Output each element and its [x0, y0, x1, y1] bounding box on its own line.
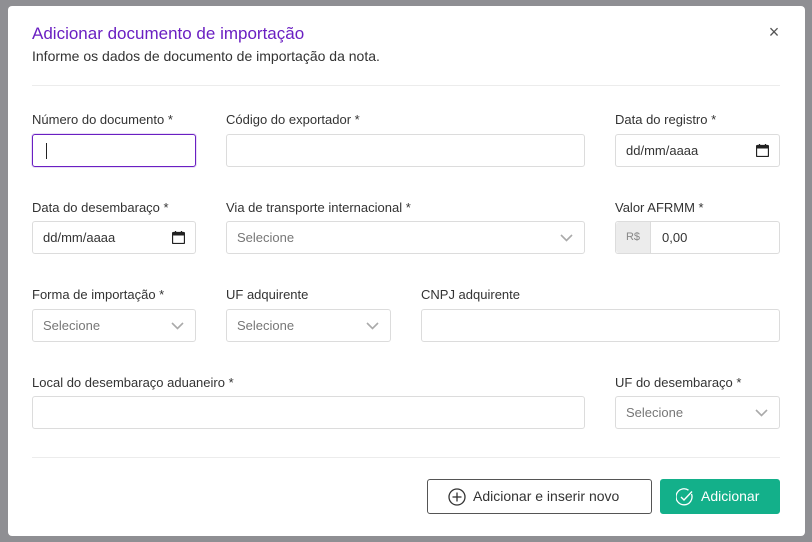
calendar-icon[interactable]	[172, 231, 185, 244]
calendar-icon[interactable]	[756, 144, 769, 157]
select-value: Selecione	[626, 405, 684, 420]
uf-desembaraco-select[interactable]: Selecione	[615, 396, 780, 429]
numero-documento-input[interactable]	[32, 134, 196, 167]
uf-desembaraco-label: UF do desembaraço *	[615, 375, 742, 390]
data-desembaraco-label: Data do desembaraço *	[32, 200, 169, 215]
valor-afrmm-label: Valor AFRMM *	[615, 200, 704, 215]
footer-divider	[32, 457, 780, 458]
chevron-down-icon	[755, 409, 768, 417]
select-value: Selecione	[43, 318, 101, 333]
chevron-down-icon	[171, 322, 184, 330]
header-divider	[32, 85, 780, 86]
valor-afrmm-input[interactable]: R$ 0,00	[615, 221, 780, 254]
select-value: Selecione	[237, 318, 295, 333]
data-registro-label: Data do registro *	[615, 112, 717, 127]
numero-documento-label: Número do documento *	[32, 112, 173, 127]
uf-adquirente-select[interactable]: Selecione	[226, 309, 391, 342]
currency-prefix: R$	[616, 222, 651, 253]
import-document-modal: Adicionar documento de importação Inform…	[8, 6, 805, 536]
data-registro-input[interactable]: dd/mm/aaaa	[615, 134, 780, 167]
uf-adquirente-label: UF adquirente	[226, 287, 309, 302]
add-and-insert-new-label: Adicionar e inserir novo	[473, 488, 620, 504]
text-caret	[46, 143, 47, 159]
forma-importacao-select[interactable]: Selecione	[32, 309, 196, 342]
codigo-exportador-label: Código do exportador *	[226, 112, 360, 127]
select-value: Selecione	[237, 230, 295, 245]
date-placeholder: dd/mm/aaaa	[626, 143, 699, 158]
via-transporte-select[interactable]: Selecione	[226, 221, 585, 254]
modal-subtitle: Informe os dados de documento de importa…	[32, 48, 380, 64]
local-desembaraco-input[interactable]	[32, 396, 585, 429]
chevron-down-icon	[560, 234, 573, 242]
plus-circle-icon	[448, 488, 466, 506]
afrmm-value: 0,00	[662, 230, 688, 245]
add-label: Adicionar	[701, 488, 760, 504]
date-placeholder: dd/mm/aaaa	[43, 230, 116, 245]
cnpj-adquirente-label: CNPJ adquirente	[421, 287, 520, 302]
add-button[interactable]: Adicionar	[660, 479, 780, 514]
forma-importacao-label: Forma de importação *	[32, 287, 165, 302]
modal-title: Adicionar documento de importação	[32, 24, 305, 43]
close-icon[interactable]: ×	[764, 22, 784, 42]
via-transporte-label: Via de transporte internacional *	[226, 200, 411, 215]
chevron-down-icon	[366, 322, 379, 330]
data-desembaraco-input[interactable]: dd/mm/aaaa	[32, 221, 196, 254]
cnpj-adquirente-input[interactable]	[421, 309, 780, 342]
add-and-insert-new-button[interactable]: Adicionar e inserir novo	[427, 479, 652, 514]
check-circle-icon	[676, 488, 693, 506]
codigo-exportador-input[interactable]	[226, 134, 585, 167]
local-desembaraco-label: Local do desembaraço aduaneiro *	[32, 375, 234, 390]
